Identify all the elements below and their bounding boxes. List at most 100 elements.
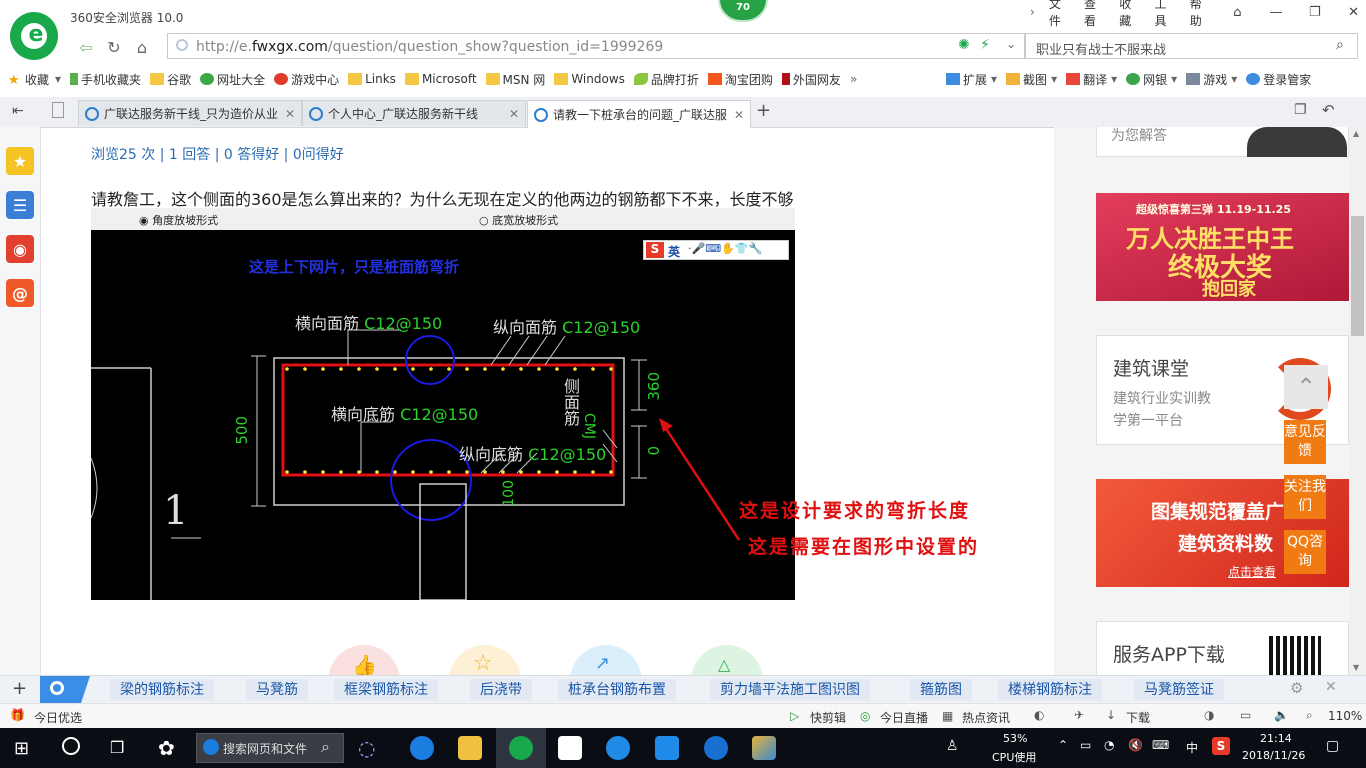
battery-icon[interactable]: ▭ bbox=[1080, 738, 1091, 752]
address-bar[interactable]: http://e.fwxgx.com/question/question_sho… bbox=[167, 33, 1025, 59]
speed-mode-icon[interactable]: ⚡ bbox=[980, 37, 990, 53]
bookmark-favorites[interactable]: ★ 收藏 ▾ bbox=[8, 71, 61, 88]
reading-list-icon[interactable]: ☰ bbox=[6, 191, 34, 219]
scroll-up-icon[interactable]: ▲ bbox=[1353, 129, 1359, 138]
restore-button[interactable]: ❐ bbox=[1302, 2, 1327, 22]
speed-icon[interactable]: ◐ bbox=[1034, 708, 1044, 722]
promo-banner-1[interactable]: 超级惊喜第三弹 11.19-11.25 万人决胜王中王 终极大奖 抱回家 bbox=[1096, 193, 1349, 301]
tray-chevron-up-icon[interactable]: ⌃ bbox=[1058, 738, 1068, 752]
tool-extensions[interactable]: 扩展 ▾ bbox=[946, 71, 997, 88]
network-icon[interactable]: ◔ bbox=[1104, 738, 1114, 752]
zoom-level[interactable]: 110% bbox=[1328, 709, 1362, 723]
question-stats[interactable]: 浏览25 次 | 1 回答 | 0 答得好 | 0问得好 bbox=[91, 144, 344, 164]
tab-2[interactable]: 个人中心_广联达服务新干线 ✕ bbox=[302, 100, 526, 126]
cortana-icon[interactable] bbox=[62, 737, 80, 755]
tab-list-icon[interactable]: ❐ bbox=[1294, 102, 1307, 118]
follow-button[interactable]: 关注我们 bbox=[1284, 475, 1326, 519]
ie-taskbar-icon[interactable] bbox=[410, 736, 434, 760]
undo-close-icon[interactable]: ↶ bbox=[1322, 101, 1335, 119]
tool-games[interactable]: 游戏 ▾ bbox=[1186, 71, 1237, 88]
search-input[interactable]: 职业只有战士不服来战 bbox=[1036, 39, 1166, 58]
menu-help[interactable]: 帮助 bbox=[1190, 0, 1211, 29]
tag-item[interactable]: 箍筋图 bbox=[910, 679, 972, 701]
taskbar-search[interactable]: 搜索网页和文件 ⌕ bbox=[196, 733, 344, 763]
tag-item[interactable]: 楼梯钢筋标注 bbox=[998, 679, 1102, 701]
clock-time[interactable]: 21:14 bbox=[1260, 732, 1292, 745]
weibo-icon[interactable]: ◉ bbox=[6, 235, 34, 263]
explorer-taskbar-icon[interactable] bbox=[458, 736, 482, 760]
tag-item[interactable]: 梁的钢筋标注 bbox=[110, 679, 214, 701]
bookmark-msn[interactable]: MSN 网 bbox=[485, 71, 545, 88]
quick-edit-link[interactable]: 快剪辑 bbox=[810, 709, 846, 726]
bookmark-links[interactable]: Links bbox=[348, 72, 396, 86]
tool-bank[interactable]: 网银 ▾ bbox=[1126, 71, 1177, 88]
more-bookmarks-icon[interactable]: » bbox=[850, 72, 857, 86]
zoom-icon[interactable]: ⌕ bbox=[1306, 708, 1313, 723]
search-box[interactable]: 职业只有战士不服来战 ⌕ bbox=[1025, 33, 1358, 59]
tag-item[interactable]: 框梁钢筋标注 bbox=[334, 679, 438, 701]
tool-login-manager[interactable]: 登录管家 bbox=[1246, 71, 1311, 88]
settings-gear-icon[interactable]: ⚙ bbox=[1290, 679, 1303, 697]
bookmark-mobile[interactable]: 手机收藏夹 bbox=[70, 71, 141, 88]
url-text[interactable]: http://e.fwxgx.com/question/question_sho… bbox=[196, 39, 663, 55]
chrome-like-icon[interactable]: ◌ bbox=[358, 736, 375, 760]
search-icon[interactable]: ⌕ bbox=[1336, 37, 1344, 53]
refresh-icon[interactable]: ↻ bbox=[100, 34, 128, 60]
notifications-icon[interactable]: ▢ bbox=[1326, 738, 1339, 754]
sogou-tray-icon[interactable]: S bbox=[1212, 737, 1230, 755]
bookmark-discount[interactable]: 品牌打折 bbox=[633, 71, 699, 88]
pinwheel-app-icon[interactable]: ✿ bbox=[158, 736, 175, 760]
live-link[interactable]: 今日直播 bbox=[880, 709, 928, 726]
tab-1[interactable]: 广联达服务新干线_只为造价从业 ✕ bbox=[78, 100, 302, 126]
bookmark-google[interactable]: 谷歌 bbox=[150, 71, 191, 88]
edge-taskbar-icon[interactable] bbox=[606, 736, 630, 760]
downloads-link[interactable]: 下载 bbox=[1126, 709, 1150, 726]
expert-card[interactable]: 为您解答 bbox=[1096, 127, 1349, 157]
skin-icon[interactable]: ⌂ bbox=[1225, 2, 1250, 22]
daily-picks-link[interactable]: 今日优选 bbox=[34, 709, 82, 726]
people-icon[interactable]: ♙ bbox=[946, 738, 959, 754]
tab-3-active[interactable]: 请教一下桩承台的问题_广联达服 ✕ bbox=[527, 100, 751, 128]
window-icon[interactable]: ▭ bbox=[1240, 708, 1251, 722]
volume-icon[interactable]: 🔈 bbox=[1274, 708, 1289, 722]
tool-screenshot[interactable]: 截图 ▾ bbox=[1006, 71, 1057, 88]
add-icon[interactable]: + bbox=[12, 678, 27, 699]
back-icon[interactable]: ⇦ bbox=[72, 34, 100, 60]
close-button[interactable]: ✕ bbox=[1341, 2, 1366, 22]
tag-item[interactable]: 剪力墙平法施工图识图 bbox=[710, 679, 870, 701]
page-scrollbar[interactable]: ▲ ▼ bbox=[1349, 127, 1366, 675]
bookmark-windows[interactable]: Windows bbox=[554, 72, 625, 86]
new-tab-button[interactable]: + bbox=[756, 100, 771, 121]
cad-app-taskbar-icon[interactable] bbox=[752, 736, 776, 760]
feedback-button[interactable]: 意见反馈 bbox=[1284, 420, 1326, 464]
plus-app-taskbar-icon[interactable] bbox=[655, 736, 679, 760]
scrollbar-thumb[interactable] bbox=[1351, 216, 1364, 336]
menu-favorites[interactable]: 收藏 bbox=[1119, 0, 1140, 29]
tag-item[interactable]: 桩承台钢筋布置 bbox=[558, 679, 676, 701]
bookmark-taobao[interactable]: 淘宝团购 bbox=[707, 71, 773, 88]
menu-view[interactable]: 查看 bbox=[1084, 0, 1105, 29]
mail-taskbar-icon[interactable] bbox=[558, 736, 582, 760]
app-download-card[interactable]: 服务APP下载 bbox=[1096, 621, 1349, 676]
question-image[interactable]: ◉ 角度放坡形式 ○ 底宽放坡形式 S 英 ·🎤⌨✋👕🔧 这是上下网片，只是桩面… bbox=[91, 208, 795, 600]
security-shield-icon[interactable]: ✺ bbox=[958, 37, 970, 53]
search-o-icon[interactable] bbox=[40, 676, 90, 703]
mute-icon[interactable]: 🔇 bbox=[1128, 738, 1143, 752]
clock-date[interactable]: 2018/11/26 bbox=[1242, 749, 1305, 762]
back-to-top-button[interactable]: ⌃ bbox=[1284, 365, 1328, 409]
home-icon[interactable]: ⌂ bbox=[128, 34, 156, 60]
pin-icon[interactable]: ✈ bbox=[1074, 708, 1084, 722]
minimize-button[interactable]: — bbox=[1264, 2, 1289, 22]
bookmark-games[interactable]: 游戏中心 bbox=[274, 71, 339, 88]
bookmark-microsoft[interactable]: Microsoft bbox=[404, 72, 477, 86]
bookmark-foreign[interactable]: 外国网友 bbox=[781, 71, 841, 88]
360-browser-taskbar-icon[interactable] bbox=[509, 736, 533, 760]
hot-news-link[interactable]: 热点资讯 bbox=[962, 709, 1010, 726]
tag-item[interactable]: 后浇带 bbox=[470, 679, 532, 701]
windows-start-icon[interactable]: ⊞ bbox=[14, 738, 29, 759]
scroll-down-icon[interactable]: ▼ bbox=[1353, 663, 1359, 672]
close-icon[interactable]: ✕ bbox=[1325, 679, 1337, 695]
tab-close-icon[interactable]: ✕ bbox=[505, 107, 519, 121]
tab-close-icon[interactable]: ✕ bbox=[730, 108, 744, 122]
g-app-taskbar-icon[interactable] bbox=[704, 736, 728, 760]
